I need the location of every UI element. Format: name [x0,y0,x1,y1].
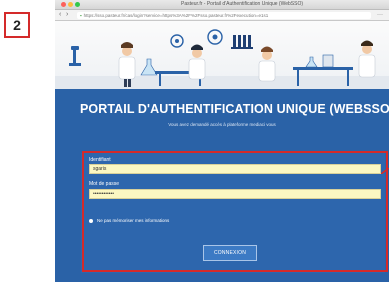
remember-label: Ne pas mémoriser mes informations [97,218,170,223]
step-number-badge: 2 [4,12,30,38]
minimize-window-icon[interactable] [68,2,73,7]
maximize-window-icon[interactable] [75,2,80,7]
lock-icon: ▪ [80,12,82,18]
address-bar[interactable]: ▪ https://sso.pasteur.fr/cas/login?servic… [77,11,371,19]
password-label: Mot de passe [89,181,120,187]
back-arrow-icon[interactable]: ‹ [59,11,61,19]
screenshot-page: 2 Pasteur.fr - Portail d'Authentificatio… [0,0,389,282]
login-form: Identifiant Mot de passe Ne pas mémorise… [81,153,385,273]
portal-title: PORTAIL D'AUTHENTIFICATION UNIQUE (WEBSS… [79,102,389,116]
red-arrow-icon [381,168,389,174]
browser-toolbar: ‹ › ▪ https://sso.pasteur.fr/cas/login?se… [55,10,389,21]
radio-dot-icon[interactable] [89,218,93,223]
browser-window: Pasteur.fr - Portail d'Authentification … [55,0,389,282]
close-window-icon[interactable] [61,2,66,7]
username-input[interactable] [89,164,381,174]
menu-dots-icon[interactable]: ··· [377,11,383,19]
username-label: Identifiant [89,157,111,163]
address-url: https://sso.pasteur.fr/cas/login?service… [83,12,269,18]
laboratory-illustration [55,29,389,89]
password-input[interactable] [89,189,381,199]
connexion-button[interactable]: CONNEXION [203,245,257,261]
forward-arrow-icon[interactable]: › [66,11,68,19]
remember-option[interactable]: Ne pas mémoriser mes informations [89,218,169,223]
hero-illustration [55,21,389,89]
browser-titlebar: Pasteur.fr - Portail d'Authentification … [55,0,389,10]
portal-content: PORTAIL D'AUTHENTIFICATION UNIQUE (WEBSS… [55,89,389,282]
portal-subtitle: Vous avez demandé accès à plateforme med… [168,122,276,127]
window-title: Pasteur.fr - Portail d'Authentification … [180,1,304,7]
